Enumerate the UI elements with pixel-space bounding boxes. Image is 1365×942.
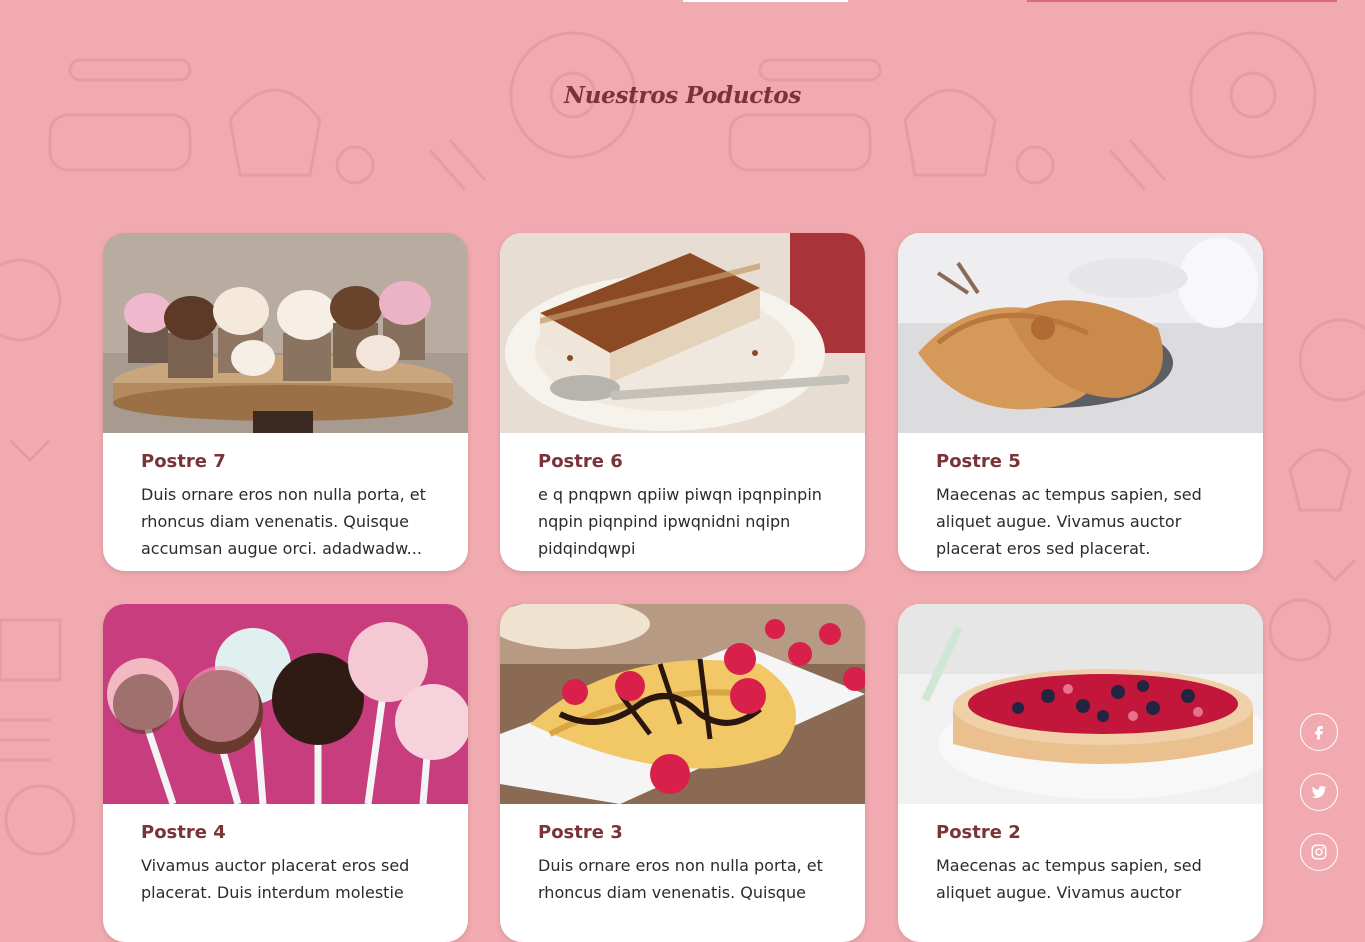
facebook-link[interactable] xyxy=(1300,713,1338,751)
product-name: Postre 2 xyxy=(936,822,1021,843)
product-name: Postre 4 xyxy=(141,822,226,843)
instagram-icon xyxy=(1311,844,1327,860)
product-card[interactable]: Postre 5 Maecenas ac tempus sapien, sed … xyxy=(898,233,1263,571)
product-name: Postre 3 xyxy=(538,822,623,843)
product-image-cupcakes[interactable] xyxy=(103,233,468,433)
product-image-cake-pops[interactable] xyxy=(103,604,468,804)
product-name: Postre 6 xyxy=(538,451,623,472)
product-name: Postre 5 xyxy=(936,451,1021,472)
product-description: Duis ornare eros non nulla porta, et rho… xyxy=(538,856,823,902)
product-card[interactable]: Postre 7 Duis ornare eros non nulla port… xyxy=(103,233,468,571)
product-description: Maecenas ac tempus sapien, sed aliquet a… xyxy=(936,485,1202,558)
product-description: Vivamus auctor placerat eros sed placera… xyxy=(141,856,410,902)
product-name: Postre 7 xyxy=(141,451,226,472)
product-description: e q pnqpwn qpiiw piwqn ipqnpinpin nqpin … xyxy=(538,485,822,558)
twitter-icon xyxy=(1311,785,1327,799)
twitter-link[interactable] xyxy=(1300,773,1338,811)
product-description: Maecenas ac tempus sapien, sed aliquet a… xyxy=(936,856,1202,902)
top-edge-strip xyxy=(683,0,848,2)
product-image-berry-tart[interactable] xyxy=(898,604,1263,804)
product-description: Duis ornare eros non nulla porta, et rho… xyxy=(141,485,426,558)
product-image-tiramisu[interactable] xyxy=(500,233,865,433)
product-image-crepes[interactable] xyxy=(500,604,865,804)
product-card[interactable]: Postre 3 Duis ornare eros non nulla port… xyxy=(500,604,865,942)
section-title: Nuestros Poductos xyxy=(563,82,801,109)
instagram-link[interactable] xyxy=(1300,833,1338,871)
facebook-icon xyxy=(1315,726,1323,740)
product-card[interactable]: Postre 4 Vivamus auctor placerat eros se… xyxy=(103,604,468,942)
product-image-empanadas[interactable] xyxy=(898,233,1263,433)
product-card[interactable]: Postre 6 e q pnqpwn qpiiw piwqn ipqnpinp… xyxy=(500,233,865,571)
product-card[interactable]: Postre 2 Maecenas ac tempus sapien, sed … xyxy=(898,604,1263,942)
top-edge-strip-accent xyxy=(1027,0,1337,2)
